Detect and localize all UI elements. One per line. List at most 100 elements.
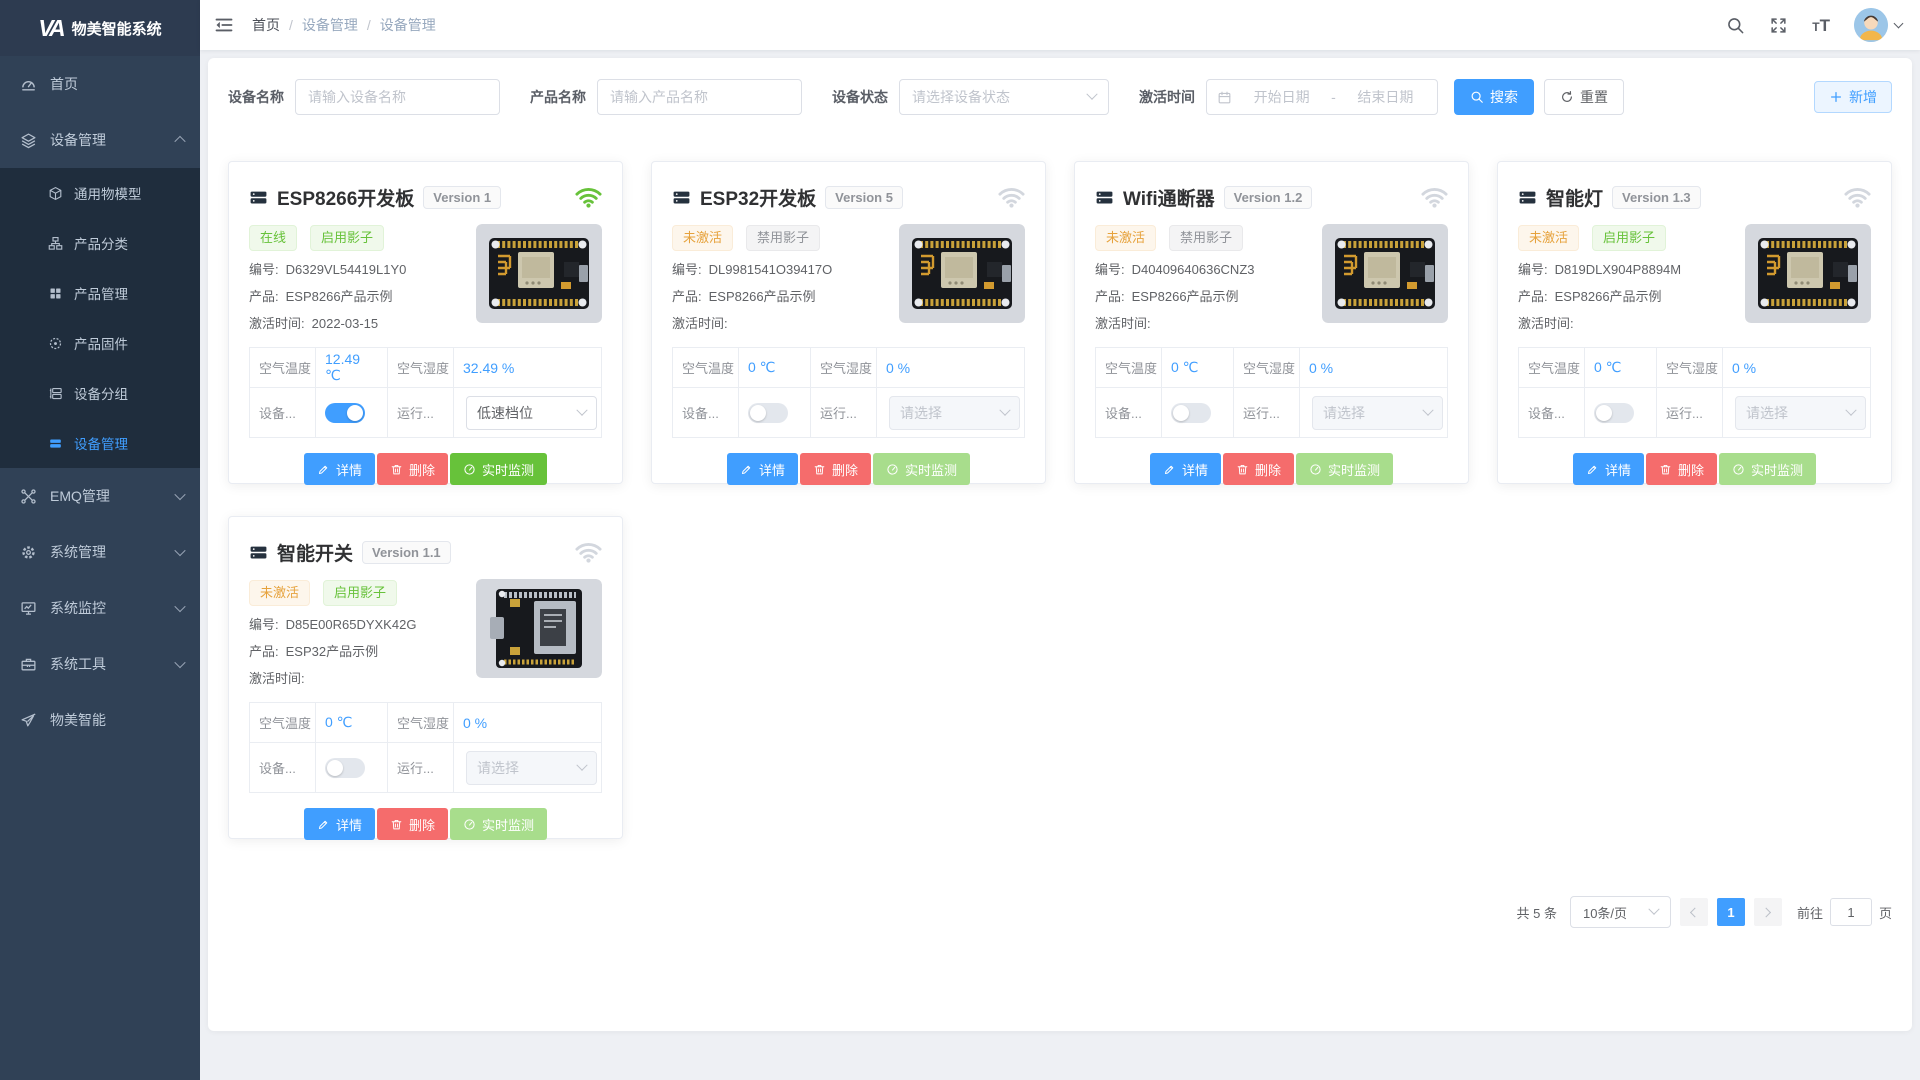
sidebar-item-home[interactable]: 首页 bbox=[0, 56, 200, 112]
gauge-icon bbox=[463, 818, 476, 831]
detail-button[interactable]: 详情 bbox=[1573, 453, 1644, 485]
sidebar-collapse-icon[interactable] bbox=[214, 15, 234, 35]
chevron-down-icon bbox=[1422, 404, 1433, 415]
sidebar: VA 物美智能系统 首页 设备管理 通用物模型 产品分类 产品管理 产品固件 设… bbox=[0, 0, 200, 1080]
sidebar-item-emq-management[interactable]: EMQ管理 bbox=[0, 468, 200, 524]
sidebar-item-system-tools[interactable]: 系统工具 bbox=[0, 636, 200, 692]
delete-button[interactable]: 删除 bbox=[1646, 453, 1717, 485]
chevron-down-icon bbox=[1648, 904, 1659, 915]
add-device-button[interactable]: 新增 bbox=[1814, 81, 1892, 113]
user-menu[interactable] bbox=[1854, 8, 1902, 42]
main-area: 设备名称 产品名称 设备状态 请选择设备状态 激活时间 bbox=[200, 50, 1920, 1080]
font-size-icon[interactable]: TT bbox=[1812, 17, 1830, 34]
edit-icon bbox=[1586, 463, 1599, 476]
sidebar-item-product-management[interactable]: 产品管理 bbox=[0, 268, 200, 318]
status-badge: 未激活 bbox=[1518, 225, 1579, 251]
device-active-time: 2022-03-15 bbox=[312, 316, 379, 331]
run-mode-select[interactable]: 请选择 bbox=[1312, 396, 1443, 430]
drone-icon bbox=[20, 488, 37, 505]
sidebar-item-thing-model[interactable]: 通用物模型 bbox=[0, 168, 200, 218]
trash-icon bbox=[1236, 463, 1249, 476]
device-management-submenu: 通用物模型 产品分类 产品管理 产品固件 设备分组 设备管理 bbox=[0, 168, 200, 468]
device-switch-toggle[interactable] bbox=[325, 403, 365, 423]
gauge-icon bbox=[886, 463, 899, 476]
device-switch-toggle[interactable] bbox=[325, 758, 365, 778]
device-card-grid: ESP8266开发板 Version 1 在线 启用影子 编号:D6329VL5… bbox=[228, 161, 1892, 839]
run-mode-select[interactable]: 请选择 bbox=[466, 751, 597, 785]
breadcrumb-current: 设备管理 bbox=[380, 15, 436, 35]
prev-page-button[interactable] bbox=[1680, 898, 1708, 926]
reset-button[interactable]: 重置 bbox=[1544, 79, 1624, 115]
search-icon[interactable] bbox=[1726, 16, 1745, 35]
chevron-down-icon bbox=[174, 489, 185, 500]
version-badge: Version 1 bbox=[423, 186, 501, 209]
breadcrumb-home[interactable]: 首页 bbox=[252, 15, 280, 35]
delete-button[interactable]: 删除 bbox=[1223, 453, 1294, 485]
page-size-select[interactable]: 10条/页 bbox=[1570, 896, 1671, 928]
detail-button[interactable]: 详情 bbox=[304, 453, 375, 485]
chevron-down-icon bbox=[576, 404, 587, 415]
detail-button[interactable]: 详情 bbox=[727, 453, 798, 485]
sidebar-item-system-monitor[interactable]: 系统监控 bbox=[0, 580, 200, 636]
chip-icon bbox=[48, 336, 63, 351]
run-mode-select[interactable]: 请选择 bbox=[1735, 396, 1866, 430]
device-status-select[interactable]: 请选择设备状态 bbox=[899, 79, 1109, 115]
app-logo[interactable]: VA 物美智能系统 bbox=[0, 0, 200, 56]
gauge-icon bbox=[1732, 463, 1745, 476]
calendar-icon bbox=[1217, 90, 1232, 105]
delete-button[interactable]: 删除 bbox=[377, 808, 448, 840]
trash-icon bbox=[390, 463, 403, 476]
goto-page-input[interactable] bbox=[1830, 898, 1872, 926]
breadcrumb-device-management[interactable]: 设备管理 bbox=[302, 15, 358, 35]
chevron-down-icon bbox=[576, 759, 587, 770]
gauge-icon bbox=[463, 463, 476, 476]
version-badge: Version 1.2 bbox=[1224, 186, 1313, 209]
chevron-down-icon bbox=[999, 404, 1010, 415]
fullscreen-icon[interactable] bbox=[1769, 16, 1788, 35]
wifi-status-icon bbox=[575, 187, 602, 208]
detail-button[interactable]: 详情 bbox=[304, 808, 375, 840]
device-product: ESP8266产品示例 bbox=[1555, 289, 1662, 304]
delete-button[interactable]: 删除 bbox=[377, 453, 448, 485]
chevron-left-icon bbox=[1690, 907, 1700, 917]
chevron-right-icon bbox=[1762, 907, 1772, 917]
navbar-actions: TT bbox=[1726, 8, 1902, 42]
chevron-down-icon bbox=[174, 601, 185, 612]
status-badge: 在线 bbox=[249, 225, 297, 251]
realtime-monitor-button: 实时监测 bbox=[450, 808, 547, 840]
device-serial: D85E00R65DYXK42G bbox=[286, 617, 417, 632]
run-mode-select[interactable]: 低速档位 bbox=[466, 396, 597, 430]
sidebar-item-system-management[interactable]: 系统管理 bbox=[0, 524, 200, 580]
sidebar-item-product-category[interactable]: 产品分类 bbox=[0, 218, 200, 268]
realtime-monitor-button: 实时监测 bbox=[1719, 453, 1816, 485]
device-switch-toggle[interactable] bbox=[1594, 403, 1634, 423]
device-props-table: 空气温度 0 ℃ 空气湿度 0 % 设备... 运行... 请选择 bbox=[1095, 347, 1448, 438]
product-name-label: 产品名称 bbox=[530, 87, 586, 107]
device-image bbox=[476, 579, 602, 678]
product-name-input[interactable] bbox=[597, 79, 802, 115]
edit-icon bbox=[317, 463, 330, 476]
device-name-label: 设备名称 bbox=[228, 87, 284, 107]
delete-button[interactable]: 删除 bbox=[800, 453, 871, 485]
detail-button[interactable]: 详情 bbox=[1150, 453, 1221, 485]
cube-icon bbox=[48, 186, 63, 201]
temperature-value: 0 ℃ bbox=[1585, 348, 1657, 388]
sidebar-item-wumei-smart[interactable]: 物美智能 bbox=[0, 692, 200, 748]
realtime-monitor-button[interactable]: 实时监测 bbox=[450, 453, 547, 485]
device-image bbox=[1322, 224, 1448, 323]
device-name-input[interactable] bbox=[295, 79, 500, 115]
device-switch-toggle[interactable] bbox=[1171, 403, 1211, 423]
run-mode-select[interactable]: 请选择 bbox=[889, 396, 1020, 430]
device-switch-toggle[interactable] bbox=[748, 403, 788, 423]
humidity-value: 0 % bbox=[877, 348, 1024, 388]
device-icon bbox=[249, 188, 268, 207]
search-button[interactable]: 搜索 bbox=[1454, 79, 1534, 115]
page-number-button[interactable]: 1 bbox=[1717, 898, 1745, 926]
sidebar-item-device-management[interactable]: 设备管理 bbox=[0, 112, 200, 168]
chevron-up-icon bbox=[174, 136, 185, 147]
sidebar-item-device-group[interactable]: 设备分组 bbox=[0, 368, 200, 418]
date-range-picker[interactable]: 开始日期 - 结束日期 bbox=[1206, 79, 1438, 115]
next-page-button[interactable] bbox=[1754, 898, 1782, 926]
sidebar-item-device-list[interactable]: 设备管理 bbox=[0, 418, 200, 468]
sidebar-item-product-firmware[interactable]: 产品固件 bbox=[0, 318, 200, 368]
